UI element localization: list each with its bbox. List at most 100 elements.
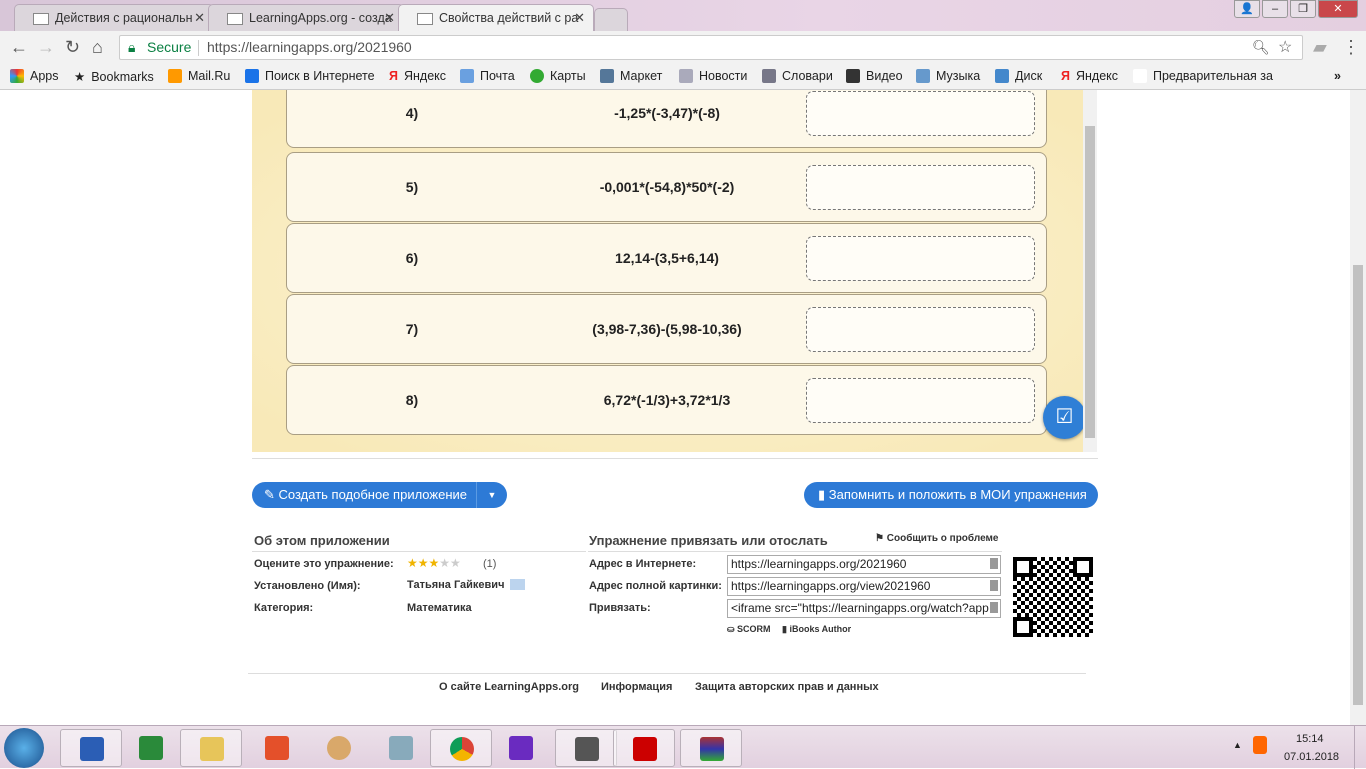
new-tab-button[interactable] [594,8,628,31]
tab-2[interactable]: LearningApps.org - созда ✕ [208,4,404,31]
check-answers-button[interactable]: ☑ [1043,396,1086,439]
menu-icon[interactable]: ⋮ [1342,37,1360,58]
bookmark-icon: ▮ [818,487,826,502]
user-icon[interactable]: 👤 [1234,0,1260,18]
clock-time[interactable]: 15:14 [1296,733,1324,745]
bookmark-market[interactable]: Маркет [600,69,662,83]
bookmark-mail[interactable]: Почта [460,69,515,83]
answer-input[interactable] [806,91,1035,136]
bookmark-search[interactable]: Поиск в Интернете [245,69,375,83]
tab-3-active[interactable]: Свойства действий с ра ✕ [398,4,594,31]
bookmark-video[interactable]: Видео [846,69,903,83]
tab-1[interactable]: Действия с рациональн ✕ [14,4,214,31]
ibooks-author-link[interactable]: ▮ iBooks Author [782,624,851,635]
forward-icon[interactable]: → [37,37,55,58]
category-link[interactable]: Математика [407,602,472,614]
close-tab-icon[interactable]: ✕ [574,10,585,26]
taskbar-excel[interactable] [120,729,182,767]
create-similar-button[interactable]: ✎ Создать подобное приложение ▼ [252,482,507,508]
video-icon [846,69,860,83]
full-image-address-field[interactable]: https://learningapps.org/view2021960 [727,577,1001,596]
close-tab-icon[interactable]: ✕ [384,10,395,26]
answer-input[interactable] [806,307,1035,352]
task-row: 7) (3,98-7,36)-(5,98-10,36) [286,294,1047,364]
disk-icon [995,69,1009,83]
bookmark-yandex-2[interactable]: Я Яндекс [1061,69,1118,83]
url-text[interactable]: https://learningapps.org/2021960 [207,36,412,59]
share-title: Упражнение привязать или отослать [589,533,828,548]
mail-icon[interactable] [510,579,525,590]
home-icon[interactable]: ⌂ [92,37,103,58]
star-icon[interactable]: ☆ [1278,36,1292,59]
close-tab-icon[interactable]: ✕ [194,10,205,26]
address-bar[interactable]: 🔒︎ Secure https://learningapps.org/20219… [119,35,1303,60]
task-row: 5) -0,001*(-54,8)*50*(-2) [286,152,1047,222]
taskbar-acrobat[interactable] [613,729,675,767]
answer-input[interactable] [806,165,1035,210]
answer-input[interactable] [806,378,1035,423]
embed-code-field[interactable]: <iframe src="https://learningapps.org/wa… [727,599,1001,618]
clock-date[interactable]: 07.01.2018 [1284,751,1339,763]
taskbar-calculator[interactable] [370,729,432,767]
music-icon [916,69,930,83]
close-button[interactable]: ✕ [1318,0,1358,18]
bookmark-preview[interactable]: Предварительная за [1133,69,1273,83]
scorm-link[interactable]: ⛀ SCORM [727,624,771,635]
mail-icon [460,69,474,83]
rating-stars[interactable]: ★★★★★ [407,556,461,570]
bookmark-apps[interactable]: Apps [10,69,59,83]
taskbar-onenote[interactable] [490,729,552,767]
web-address-field[interactable]: https://learningapps.org/2021960 [727,555,1001,574]
dictionary-icon [762,69,776,83]
footer-about-link[interactable]: О сайте LearningApps.org [439,681,579,693]
expression: -0,001*(-54,8)*50*(-2) [599,179,735,195]
bookmark-bookmarks[interactable]: ★ Bookmarks [74,69,154,85]
maximize-button[interactable]: ❐ [1290,0,1316,18]
copy-icon [990,558,998,569]
dropdown-chevron-icon[interactable]: ▼ [476,482,507,508]
back-icon[interactable]: ← [10,37,28,58]
page-scrollbar[interactable] [1350,90,1366,725]
author-link[interactable]: Татьяна Гайкевич [407,579,504,591]
pdf-extension-icon[interactable]: ▰ [1313,37,1327,58]
taskbar-presentation[interactable] [246,729,308,767]
taskbar-word[interactable] [60,729,122,767]
bookmark-news[interactable]: Новости [679,69,747,83]
tab-title: Свойства действий с ра [439,11,579,25]
maps-icon [530,69,544,83]
bookmark-dictionaries[interactable]: Словари [762,69,833,83]
report-problem-link[interactable]: ⚑ Сообщить о проблеме [875,533,998,544]
taskbar-chrome[interactable] [430,729,492,767]
tray-arrow-icon[interactable]: ▲ [1233,740,1242,750]
copy-icon [990,602,998,613]
bookmark-yandex[interactable]: Я Яндекс [389,69,446,83]
zoom-icon[interactable]: 🔍︎ [1252,36,1270,59]
qr-code [1013,557,1093,637]
taskbar-paint[interactable] [308,729,370,767]
minimize-button[interactable]: – [1262,0,1288,18]
lock-icon: 🔒︎ [128,39,136,55]
footer-copyright-link[interactable]: Защита авторских прав и данных [695,681,879,693]
bookmark-mailru[interactable]: Mail.Ru [168,69,230,83]
bookmark-disk[interactable]: Диск [995,69,1042,83]
reload-icon[interactable]: ↻ [65,37,80,58]
footer-info-link[interactable]: Информация [601,681,672,693]
show-desktop-button[interactable] [1354,726,1366,769]
save-to-my-exercises-button[interactable]: ▮ Запомнить и положить в МОИ упражнения [804,482,1098,508]
task-row: 4) -1,25*(-3,47)*(-8) [286,90,1047,148]
taskbar-explorer[interactable] [180,729,242,767]
bookmark-maps[interactable]: Карты [530,69,586,83]
more-bookmarks-icon[interactable]: » [1334,69,1341,83]
bookmark-music[interactable]: Музыка [916,69,980,83]
taskbar-app[interactable] [555,729,617,767]
exercise-scrollbar[interactable] [1083,90,1097,452]
avast-icon[interactable] [1253,736,1267,754]
page-icon [227,13,243,25]
answer-input[interactable] [806,236,1035,281]
expression: (3,98-7,36)-(5,98-10,36) [592,321,742,337]
page-icon [417,13,433,25]
yandex-icon: Я [389,69,398,83]
taskbar: ▲ 15:14 07.01.2018 [0,725,1366,769]
start-button[interactable] [4,728,44,768]
taskbar-winrar[interactable] [680,729,742,767]
